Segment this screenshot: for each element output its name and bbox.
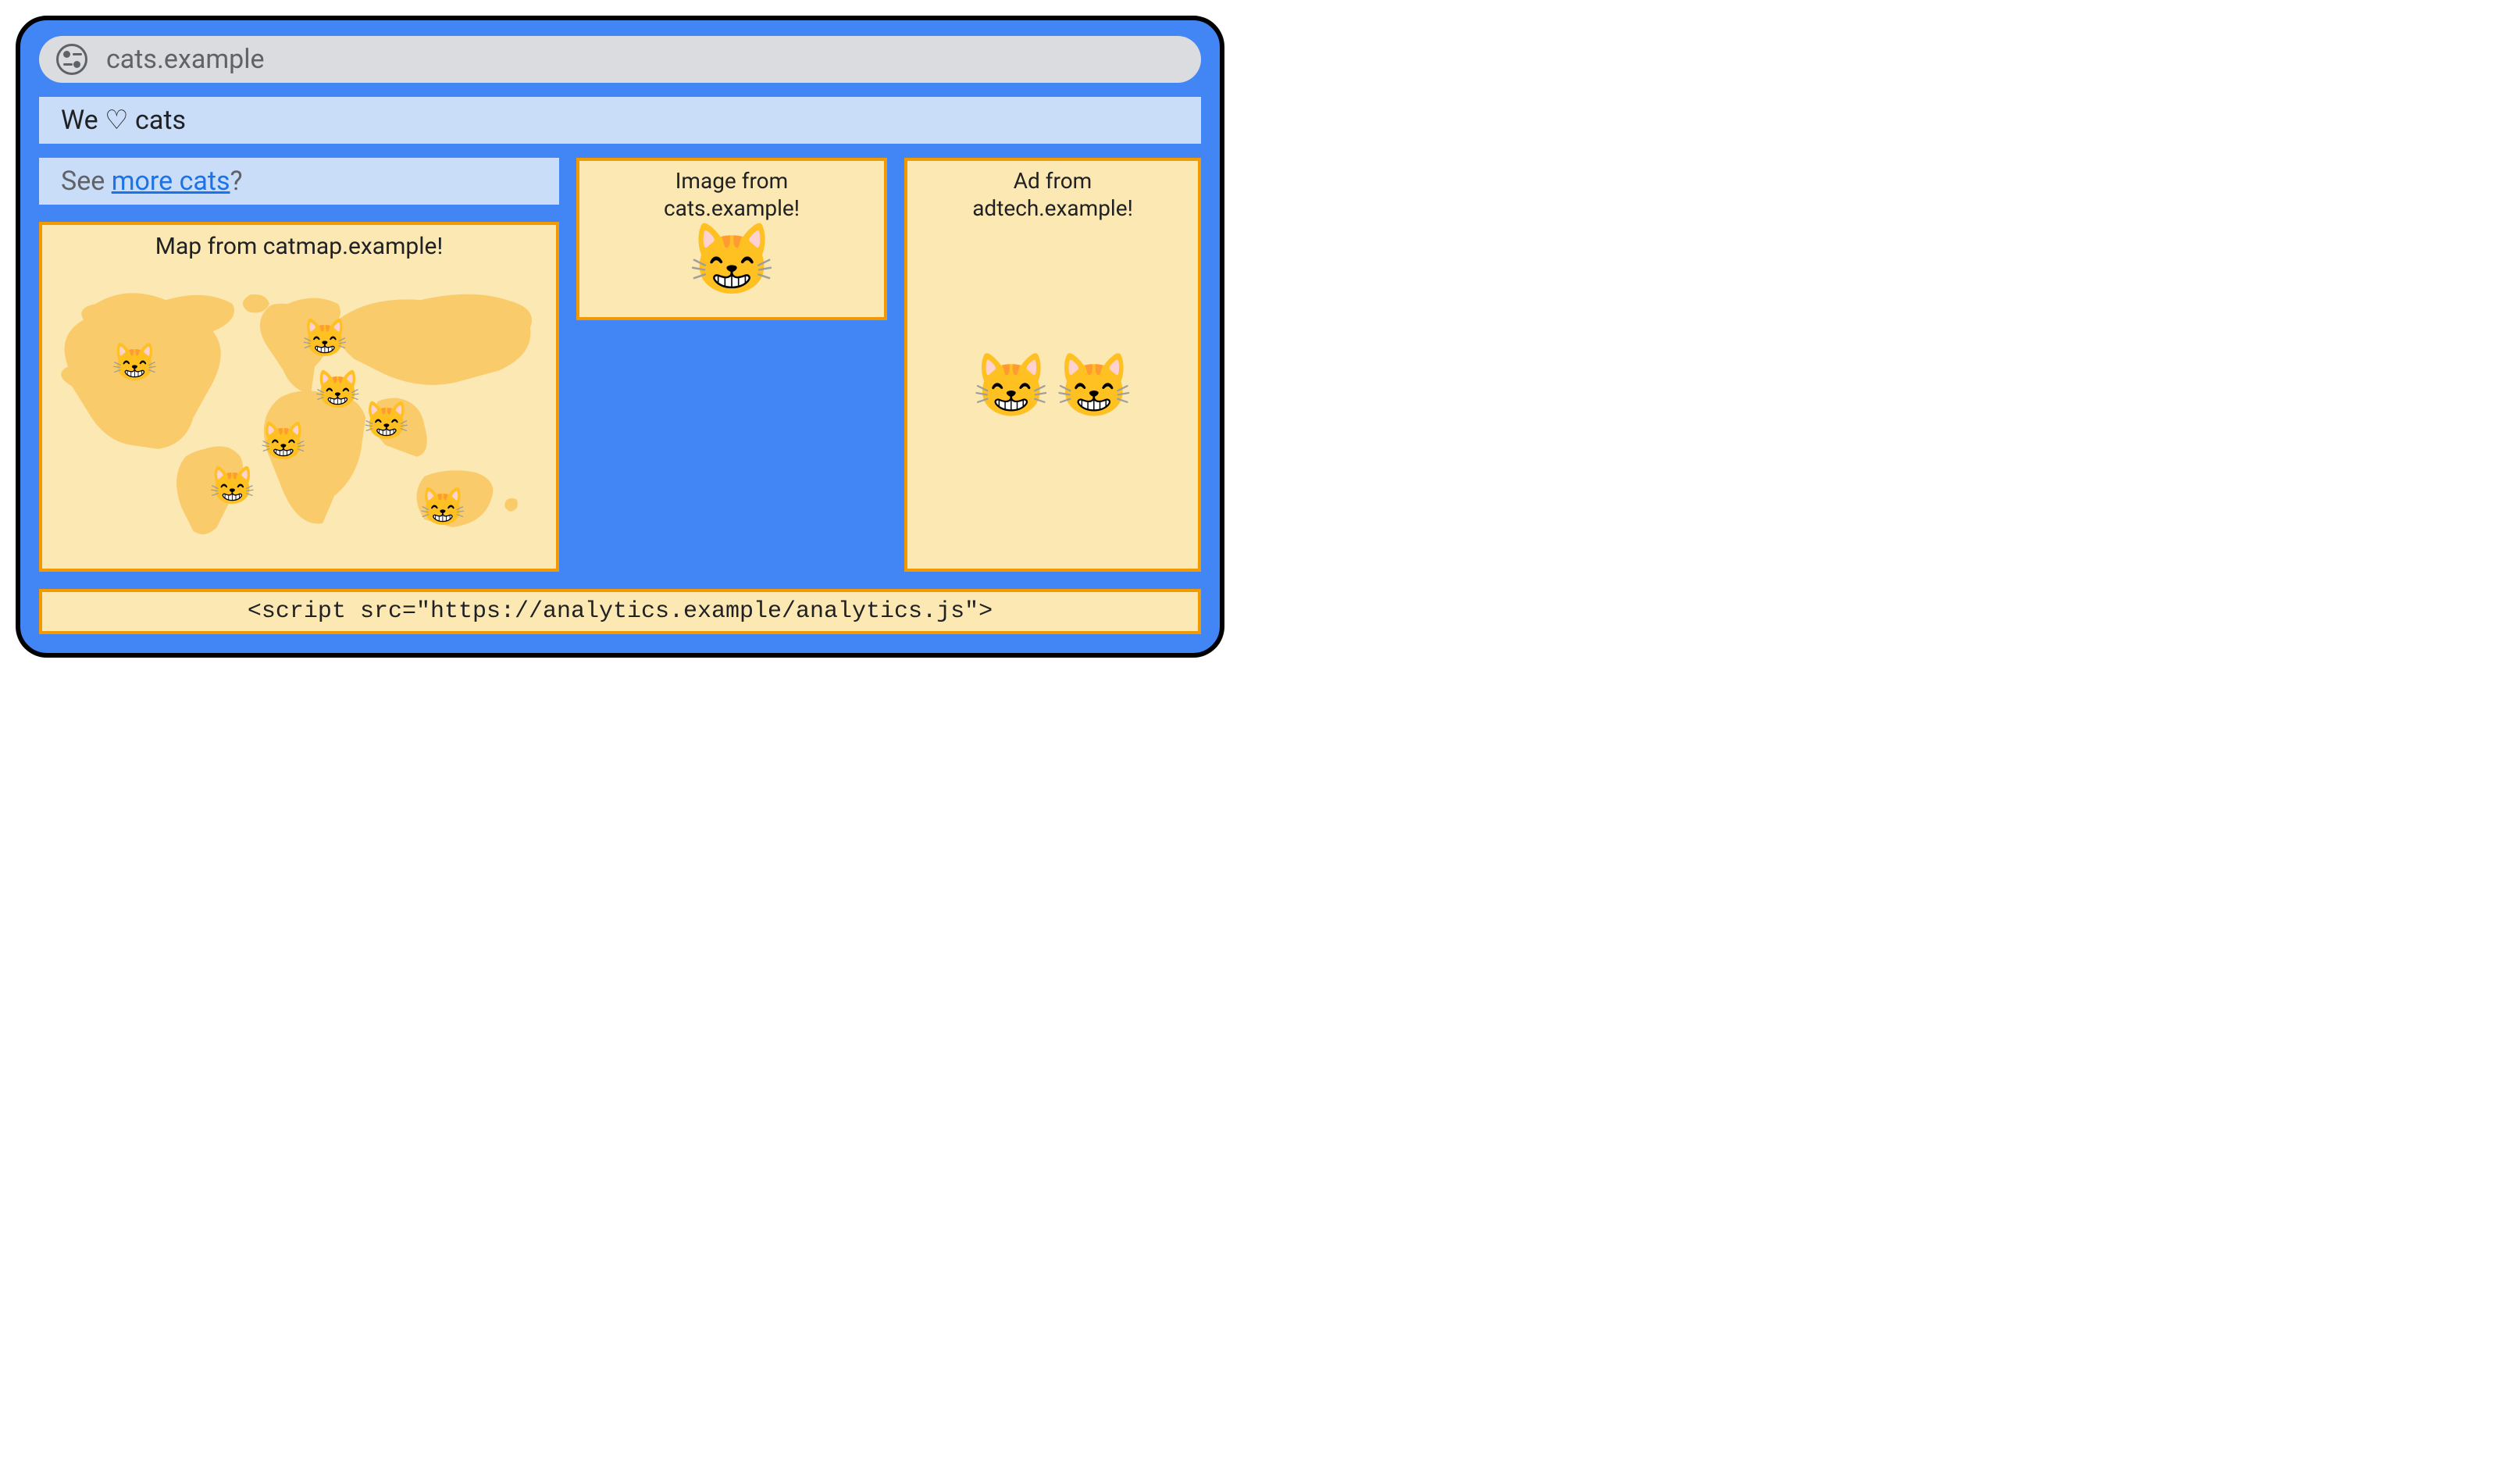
cat-face-icon: 😸	[209, 467, 256, 505]
browser-window: cats.example We ♡ cats See more cats? Ma…	[16, 16, 1224, 658]
ad-widget: Ad from adtech.example! 😸 😸	[904, 158, 1201, 572]
world-map	[48, 265, 550, 547]
right-column: Image from cats.example! 😸 Ad from adtec…	[576, 158, 1201, 572]
prompt-prefix: See	[61, 166, 112, 197]
cat-face-icon: 😸	[112, 344, 159, 381]
ad-caption-line1: Ad from	[1014, 167, 1092, 194]
site-settings-icon[interactable]	[56, 44, 87, 75]
map-widget: Map from catmap.example! 😸😸😸😸😸	[39, 222, 559, 572]
analytics-script-bar: <script src="https://analytics.example/a…	[39, 589, 1201, 634]
cat-face-icon: 😸	[1055, 355, 1133, 417]
cat-face-icon: 😸	[314, 371, 361, 408]
image-caption-line1: Image from	[675, 167, 788, 194]
map-title: Map from catmap.example!	[48, 233, 550, 260]
page-title: We ♡ cats	[39, 97, 1201, 144]
content-row: See more cats? Map from catmap.example!	[39, 158, 1201, 572]
ad-caption-line2: adtech.example!	[972, 194, 1133, 222]
left-column: See more cats? Map from catmap.example!	[39, 158, 559, 572]
first-party-image-widget: Image from cats.example! 😸	[576, 158, 887, 320]
url-text[interactable]: cats.example	[106, 44, 265, 75]
cat-face-icon: 😸	[688, 225, 775, 295]
prompt-suffix: ?	[230, 166, 243, 197]
cat-face-icon: 😸	[419, 488, 466, 526]
cat-face-icon: 😸	[301, 319, 348, 357]
more-cats-prompt: See more cats?	[39, 158, 559, 205]
ad-image: 😸 😸	[972, 355, 1132, 417]
cat-face-icon: 😸	[972, 355, 1050, 417]
address-bar[interactable]: cats.example	[39, 36, 1201, 83]
image-caption-line2: cats.example!	[664, 194, 800, 222]
cat-face-icon: 😸	[363, 402, 410, 440]
more-cats-link[interactable]: more cats	[112, 166, 230, 197]
cat-face-icon: 😸	[260, 423, 307, 460]
